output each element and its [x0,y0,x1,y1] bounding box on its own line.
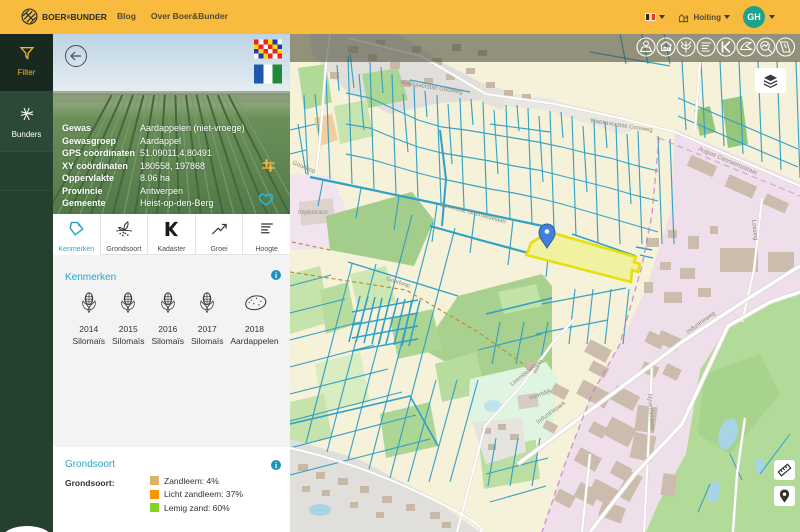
svg-text:Impextraco: Impextraco [298,210,328,216]
